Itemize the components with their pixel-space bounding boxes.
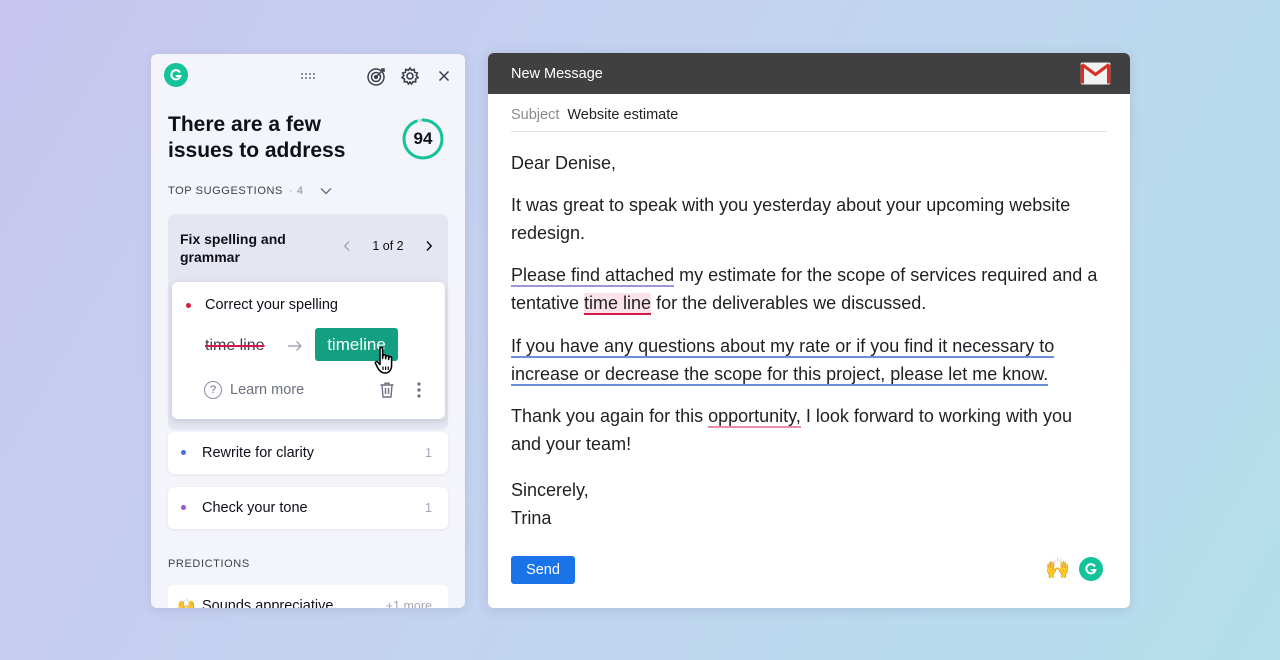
raised-hands-emoji-icon[interactable]: 🙌 (1045, 556, 1070, 581)
email-paragraph-4[interactable]: Thank you again for this opportunity, I … (511, 402, 1106, 458)
top-suggestions-label: TOP SUGGESTIONS (168, 185, 283, 197)
email-closing[interactable]: Sincerely, (511, 476, 1111, 504)
prediction-row[interactable]: 🙌 Sounds appreciative +1 more (168, 585, 448, 608)
prediction-more: +1 more (385, 599, 432, 608)
grammarly-button-icon[interactable] (1079, 557, 1103, 581)
email-paragraph-3[interactable]: If you have any questions about my rate … (511, 332, 1111, 388)
subject-value: Website estimate (567, 107, 679, 123)
spelling-error-highlight[interactable]: time line (584, 293, 652, 315)
clarity-dot (181, 450, 186, 455)
goals-target-icon[interactable] (366, 65, 388, 87)
learn-more-label: Learn more (230, 382, 305, 398)
email-greeting[interactable]: Dear Denise, (511, 149, 1111, 177)
tone-dot (181, 505, 186, 510)
row-label: Check your tone (202, 500, 308, 516)
compose-header: New Message (488, 53, 1130, 94)
help-question-icon: ? (204, 381, 222, 399)
gmail-compose-window: New Message Subject Website estimate Dear… (488, 53, 1130, 608)
score-value: 94 (413, 129, 433, 148)
grammarly-panel: There are a few issues to address 94 TOP… (151, 54, 465, 608)
row-count: 1 (425, 446, 432, 460)
subject-field[interactable]: Subject Website estimate (511, 107, 1107, 132)
email-signature[interactable]: Trina (511, 504, 1111, 532)
compose-title: New Message (511, 66, 603, 82)
suggestion-group-title: Fix spelling and grammar (180, 231, 286, 265)
suggestion-row-tone[interactable]: Check your tone 1 (168, 487, 448, 529)
predictions-header: PREDICTIONS (168, 558, 250, 570)
drag-handle-icon[interactable] (298, 65, 320, 87)
panel-title: There are a few issues to address (168, 113, 346, 162)
suggestion-row-clarity[interactable]: Rewrite for clarity 1 (168, 432, 448, 474)
chevron-left-icon[interactable] (340, 239, 354, 253)
learn-more-link[interactable]: ? Learn more (204, 381, 304, 399)
engagement-highlight[interactable]: Please find attached (511, 265, 675, 287)
more-vertical-icon[interactable] (415, 381, 423, 404)
send-button[interactable]: Send (511, 556, 575, 584)
arrow-right-icon (287, 339, 303, 357)
subject-label: Subject (511, 107, 560, 123)
spelling-suggestion-card[interactable]: Correct your spelling time line timeline… (172, 282, 445, 419)
chevron-right-icon[interactable] (422, 239, 436, 253)
row-label: Rewrite for clarity (202, 445, 314, 461)
settings-gear-icon[interactable] (399, 65, 421, 87)
email-paragraph-1[interactable]: It was great to speak with you yesterday… (511, 191, 1071, 247)
suggestion-pager: 1 of 2 (340, 237, 436, 255)
email-paragraph-2[interactable]: Please find attached my estimate for the… (511, 261, 1111, 317)
paragraph-text: for the deliverables we discussed. (651, 293, 927, 313)
pager-text: 1 of 2 (372, 239, 404, 253)
trash-icon[interactable] (378, 381, 396, 404)
grammarly-logo-icon[interactable] (164, 63, 188, 87)
top-suggestions-count: · 4 (288, 185, 304, 197)
gmail-logo-icon (1080, 62, 1111, 85)
clarity-highlight-line-1[interactable]: If you have any questions about my rate … (511, 336, 1055, 358)
original-word: time line (205, 337, 265, 354)
raised-hands-icon: 🙌 (177, 598, 196, 608)
hand-cursor-icon (373, 346, 399, 381)
top-suggestions-header[interactable]: TOP SUGGESTIONS · 4 (168, 185, 332, 197)
overall-score[interactable]: 94 (401, 117, 445, 161)
prediction-label: Sounds appreciative (202, 598, 334, 608)
paragraph-text: Thank you again for this (511, 406, 709, 426)
error-dot (186, 303, 191, 308)
clarity-highlight-line-2[interactable]: increase or decrease the scope for this … (511, 364, 1049, 386)
suggestion-label: Correct your spelling (205, 297, 338, 313)
row-count: 1 (425, 501, 432, 515)
chevron-down-icon[interactable] (320, 187, 332, 195)
tone-highlight[interactable]: opportunity, (708, 406, 801, 428)
close-icon[interactable] (433, 65, 455, 87)
